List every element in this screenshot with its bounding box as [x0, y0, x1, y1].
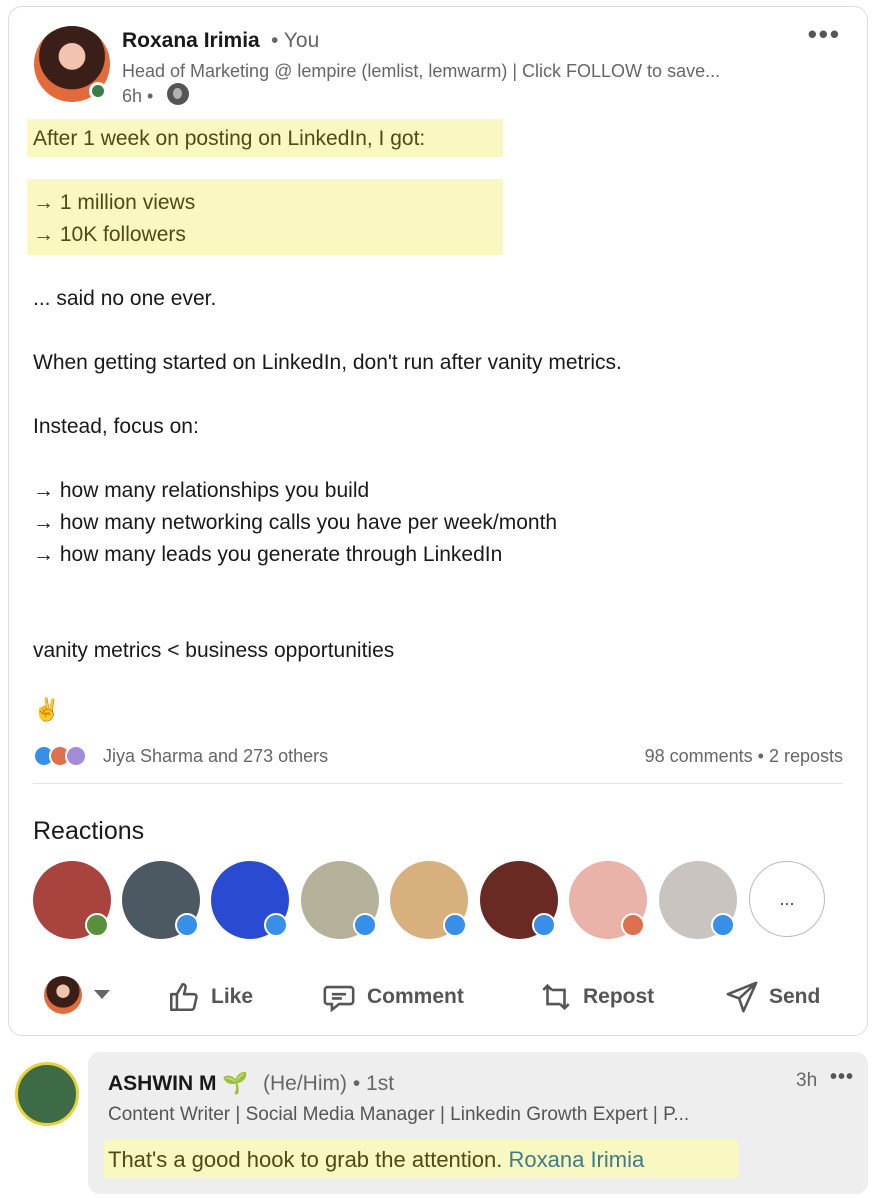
send-icon [726, 981, 758, 1013]
repost-label: Repost [583, 985, 655, 1008]
online-status-dot [89, 82, 107, 100]
mention-link[interactable]: Roxana Irimia [509, 1147, 645, 1172]
like-badge-icon [264, 913, 288, 937]
send-button[interactable]: Send [725, 972, 820, 1022]
reactions-count[interactable]: Jiya Sharma and 273 others [103, 746, 328, 767]
comment-button[interactable]: Comment [321, 972, 464, 1022]
post-line-2: → 1 million views [33, 191, 196, 214]
post-line-9: → how many leads you generate through Li… [33, 543, 503, 566]
more-reactors-button[interactable]: ... [749, 861, 825, 937]
post-line-8: → how many networking calls you have per… [33, 511, 558, 534]
celebrate-badge-icon [85, 913, 109, 937]
like-button[interactable]: Like [167, 972, 253, 1022]
post-line-6: Instead, focus on: [33, 415, 199, 438]
commenter-avatar[interactable] [15, 1062, 79, 1126]
repost-button[interactable]: Repost [539, 972, 654, 1022]
connection-label: • You [271, 29, 320, 52]
commenter-name[interactable]: ASHWIN M 🌱 [108, 1072, 248, 1096]
comment-more-icon[interactable]: ••• [830, 1066, 854, 1089]
post-line-5: When getting started on LinkedIn, don't … [33, 351, 622, 374]
comment-icon [323, 985, 355, 1013]
like-badge-icon [443, 913, 467, 937]
action-bar: Like Comment Repost Send [9, 972, 869, 1022]
divider [33, 783, 843, 784]
chevron-down-icon[interactable] [94, 990, 110, 999]
author-name[interactable]: Roxana Irimia [122, 29, 260, 53]
like-badge-icon [532, 913, 556, 937]
thumbs-up-icon [169, 982, 198, 1012]
like-badge-icon [711, 913, 735, 937]
comment-time: 3h [796, 1070, 818, 1091]
post-line-7: → how many relationships you build [33, 479, 370, 502]
send-label: Send [769, 985, 821, 1008]
post-card: Roxana Irimia • You Head of Marketing @ … [8, 6, 868, 1036]
more-options-icon[interactable]: ••• [808, 19, 841, 50]
victory-hand-emoji: ✌️ [33, 697, 61, 722]
actor-avatar[interactable] [44, 976, 82, 1014]
post-line-10: vanity metrics < business opportunities [33, 639, 395, 662]
like-badge-icon [353, 913, 377, 937]
commenter-pronouns: (He/Him) • 1st [263, 1072, 395, 1095]
reactions-heading: Reactions [33, 817, 145, 845]
post-line-3: → 10K followers [33, 223, 186, 246]
like-label: Like [211, 985, 254, 1008]
love-badge-icon [621, 913, 645, 937]
like-badge-icon [175, 913, 199, 937]
post-time: 6h • [122, 86, 154, 106]
comment-text-row: That's a good hook to grab the attention… [108, 1147, 644, 1173]
post-line-1: After 1 week on posting on LinkedIn, I g… [33, 127, 426, 150]
comment-text: That's a good hook to grab the attention… [108, 1147, 503, 1172]
globe-icon [167, 83, 189, 105]
support-reaction-icon [65, 745, 87, 767]
post-line-4: ... said no one ever. [33, 287, 217, 310]
author-headline: Head of Marketing @ lempire (lemlist, le… [122, 61, 721, 81]
commenter-headline: Content Writer | Social Media Manager | … [108, 1104, 690, 1125]
repost-icon [542, 983, 570, 1011]
reaction-icons[interactable] [33, 745, 93, 769]
comments-reposts-count[interactable]: 98 comments • 2 reposts [645, 746, 843, 767]
comment-label: Comment [367, 985, 464, 1008]
